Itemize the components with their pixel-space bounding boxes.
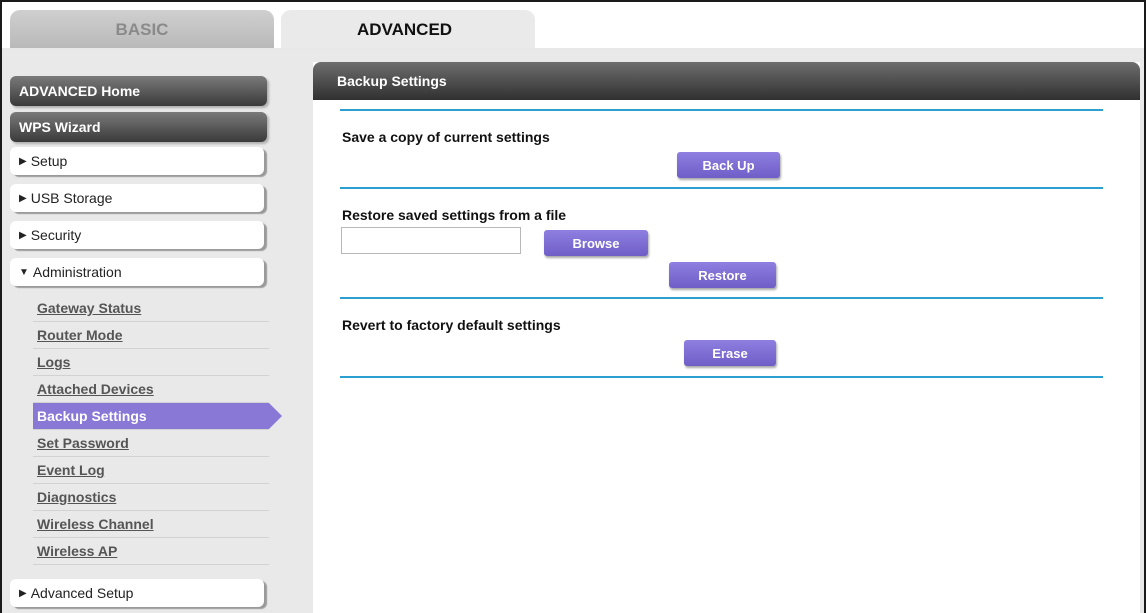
submenu-item-diagnostics[interactable]: Diagnostics <box>33 484 269 511</box>
submenu-item-wireless-channel[interactable]: Wireless Channel <box>33 511 269 538</box>
sidebar-item-wps-wizard[interactable]: WPS Wizard <box>10 112 267 142</box>
submenu-item-event-log[interactable]: Event Log <box>33 457 269 484</box>
triangle-down-icon: ▼ <box>19 266 29 278</box>
restore-button[interactable]: Restore <box>669 262 776 288</box>
submenu-item-gateway-status[interactable]: Gateway Status <box>33 295 269 322</box>
section-divider <box>340 297 1103 299</box>
revert-settings-label: Revert to factory default settings <box>342 317 561 333</box>
triangle-right-icon: ▶ <box>19 229 27 241</box>
triangle-right-icon: ▶ <box>19 192 27 204</box>
sidebar-item-setup[interactable]: ▶ Setup <box>10 147 264 175</box>
sidebar-item-advanced-setup[interactable]: ▶ Advanced Setup <box>10 579 264 607</box>
submenu-item-logs[interactable]: Logs <box>33 349 269 376</box>
triangle-right-icon: ▶ <box>19 587 27 599</box>
tab-basic[interactable]: BASIC <box>10 10 274 50</box>
submenu-item-set-password[interactable]: Set Password <box>33 430 269 457</box>
browse-button[interactable]: Browse <box>544 230 648 256</box>
section-divider <box>340 187 1103 189</box>
sidebar-item-label: Administration <box>32 264 122 280</box>
save-settings-label: Save a copy of current settings <box>342 129 550 145</box>
backup-settings-panel: Backup Settings Save a copy of current s… <box>313 62 1140 613</box>
sidebar-item-label: Advanced Setup <box>30 585 134 601</box>
tab-bar: BASIC ADVANCED <box>2 2 1144 50</box>
sidebar-item-label: Setup <box>30 153 68 169</box>
restore-settings-label: Restore saved settings from a file <box>342 207 567 223</box>
triangle-right-icon: ▶ <box>19 155 27 167</box>
back-up-button[interactable]: Back Up <box>677 152 780 178</box>
sidebar-item-security[interactable]: ▶ Security <box>10 221 264 249</box>
section-divider <box>340 109 1103 111</box>
sidebar-item-administration[interactable]: ▼ Administration <box>10 258 264 286</box>
tab-advanced[interactable]: ADVANCED <box>281 10 535 50</box>
administration-submenu: Gateway Status Router Mode Logs Attached… <box>33 295 282 565</box>
sidebar-item-advanced-home[interactable]: ADVANCED Home <box>10 76 267 106</box>
submenu-item-attached-devices[interactable]: Attached Devices <box>33 376 269 403</box>
sidebar-item-usb-storage[interactable]: ▶ USB Storage <box>10 184 264 212</box>
sidebar-item-label: USB Storage <box>30 190 113 206</box>
submenu-item-router-mode[interactable]: Router Mode <box>33 322 269 349</box>
panel-title: Backup Settings <box>313 62 1140 100</box>
erase-button[interactable]: Erase <box>684 340 776 366</box>
submenu-item-backup-settings[interactable]: Backup Settings <box>33 403 282 430</box>
sidebar-item-label: WPS Wizard <box>19 119 101 135</box>
file-path-input[interactable] <box>341 227 521 254</box>
section-divider <box>340 376 1103 378</box>
sidebar-item-label: Security <box>30 227 82 243</box>
submenu-item-wireless-ap[interactable]: Wireless AP <box>33 538 269 565</box>
sidebar-item-label: ADVANCED Home <box>19 83 141 99</box>
router-admin-window: BASIC ADVANCED ADVANCED Home WPS Wizard … <box>0 0 1146 613</box>
